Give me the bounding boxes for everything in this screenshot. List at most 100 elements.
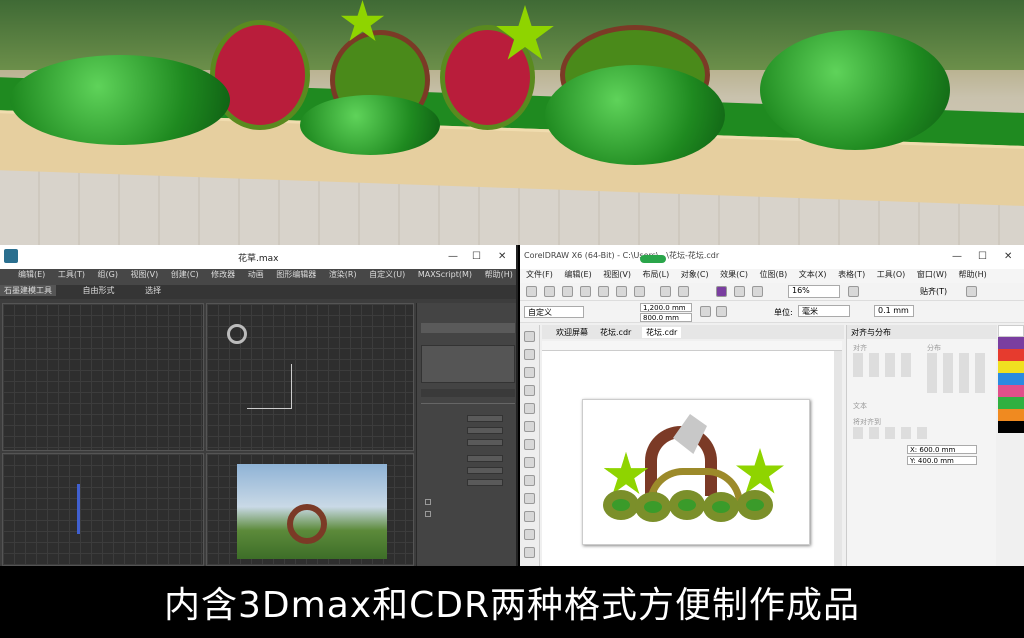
swatch-blue[interactable]	[998, 373, 1024, 385]
close-button[interactable]: ✕	[1004, 251, 1012, 262]
menu-edit[interactable]: 编辑(E)	[18, 270, 45, 279]
page-preset-select[interactable]: 自定义	[524, 306, 584, 318]
ribbon-tab-graphite[interactable]: 石墨建模工具	[0, 285, 56, 296]
viewport-perspective[interactable]	[206, 453, 414, 566]
menu-rendering[interactable]: 渲染(R)	[329, 270, 357, 279]
param-field-6[interactable]	[467, 479, 503, 486]
viewport-top[interactable]	[2, 303, 204, 451]
menu-layout[interactable]: 布局(L)	[643, 270, 670, 279]
pick-tool-icon[interactable]	[524, 331, 535, 342]
paste-icon[interactable]	[634, 286, 645, 297]
nudge-distance-field[interactable]: 0.1 mm	[874, 305, 914, 317]
ribbon-tab-freeform[interactable]: 自由形式	[79, 285, 119, 296]
vertical-scrollbar[interactable]	[834, 351, 842, 566]
smart-fill-icon[interactable]	[524, 421, 535, 432]
menu-help[interactable]: 帮助(H)	[485, 270, 513, 279]
menu-graph-editors[interactable]: 图形编辑器	[276, 270, 316, 279]
ribbon-tab-selection[interactable]: 选择	[141, 285, 165, 296]
save-icon[interactable]	[562, 286, 573, 297]
tab-welcome[interactable]: 欢迎屏幕	[556, 327, 588, 338]
maximize-button[interactable]: ☐	[472, 251, 481, 262]
undo-icon[interactable]	[660, 286, 671, 297]
freehand-tool-icon[interactable]	[524, 403, 535, 414]
align-buttons[interactable]	[853, 353, 913, 377]
menu-views[interactable]: 视图(V)	[131, 270, 159, 279]
units-select[interactable]: 毫米	[798, 305, 850, 317]
minimize-button[interactable]: —	[448, 251, 458, 262]
landscape-icon[interactable]	[716, 306, 727, 317]
viewport-left[interactable]	[2, 453, 204, 566]
param-field-4[interactable]	[467, 455, 503, 462]
menu-tools[interactable]: 工具(T)	[58, 270, 85, 279]
portrait-icon[interactable]	[700, 306, 711, 317]
modifier-stack-list[interactable]	[421, 345, 515, 383]
swatch-pink[interactable]	[998, 385, 1024, 397]
cut-icon[interactable]	[598, 286, 609, 297]
swatch-white[interactable]	[998, 325, 1024, 337]
param-checkbox-1[interactable]	[425, 499, 431, 505]
swatch-red[interactable]	[998, 349, 1024, 361]
param-field-1[interactable]	[467, 415, 503, 422]
menu-window[interactable]: 窗口(W)	[917, 270, 947, 279]
shape-tool-icon[interactable]	[524, 349, 535, 360]
menu-customize[interactable]: 自定义(U)	[369, 270, 405, 279]
tab-doc-1[interactable]: 花坛.cdr	[600, 327, 631, 338]
connector-tool-icon[interactable]	[524, 511, 535, 522]
align-to-buttons[interactable]	[853, 427, 933, 439]
swatch-orange[interactable]	[998, 409, 1024, 421]
param-checkbox-2[interactable]	[425, 511, 431, 517]
text-tool-icon[interactable]	[524, 493, 535, 504]
menu-tools[interactable]: 工具(O)	[877, 270, 906, 279]
tab-doc-2[interactable]: 花坛.cdr	[642, 327, 682, 338]
menu-help[interactable]: 帮助(H)	[959, 270, 987, 279]
full-screen-icon[interactable]	[848, 286, 859, 297]
zoom-level-select[interactable]: 16%	[788, 285, 840, 298]
menu-table[interactable]: 表格(T)	[838, 270, 865, 279]
menu-maxscript[interactable]: MAXScript(M)	[418, 270, 472, 279]
redo-icon[interactable]	[678, 286, 689, 297]
crop-tool-icon[interactable]	[524, 367, 535, 378]
menu-effects[interactable]: 效果(C)	[720, 270, 748, 279]
menu-animation[interactable]: 动画	[248, 270, 264, 279]
param-field-2[interactable]	[467, 427, 503, 434]
menu-create[interactable]: 创建(C)	[171, 270, 199, 279]
options-icon[interactable]	[966, 286, 977, 297]
distribute-buttons[interactable]	[927, 353, 987, 393]
maximize-button[interactable]: ☐	[978, 251, 987, 262]
menu-object[interactable]: 对象(C)	[681, 270, 709, 279]
print-icon[interactable]	[580, 286, 591, 297]
new-icon[interactable]	[526, 286, 537, 297]
corel-connect-icon[interactable]	[716, 286, 727, 297]
swatch-green[interactable]	[998, 397, 1024, 409]
close-button[interactable]: ✕	[498, 251, 506, 262]
interactive-tool-icon[interactable]	[524, 529, 535, 540]
viewport-front[interactable]	[206, 303, 414, 451]
swatch-purple[interactable]	[998, 337, 1024, 349]
menu-group[interactable]: 组(G)	[98, 270, 118, 279]
viewcube-icon[interactable]	[227, 324, 247, 344]
ellipse-tool-icon[interactable]	[524, 457, 535, 468]
drawing-canvas[interactable]	[542, 341, 842, 566]
menu-text[interactable]: 文本(X)	[799, 270, 827, 279]
eyedropper-tool-icon[interactable]	[524, 547, 535, 558]
swatch-yellow[interactable]	[998, 361, 1024, 373]
page-height-field[interactable]: 800.0 mm	[640, 313, 692, 322]
y-position-field[interactable]: Y: 400.0 mm	[907, 456, 977, 465]
menu-view[interactable]: 视图(V)	[603, 270, 631, 279]
polygon-tool-icon[interactable]	[524, 475, 535, 486]
param-field-5[interactable]	[467, 467, 503, 474]
snap-to-dropdown[interactable]: 贴齐(T)	[920, 286, 947, 297]
export-icon[interactable]	[752, 286, 763, 297]
menu-bitmaps[interactable]: 位图(B)	[760, 270, 788, 279]
import-icon[interactable]	[734, 286, 745, 297]
swatch-black[interactable]	[998, 421, 1024, 433]
x-position-field[interactable]: X: 600.0 mm	[907, 445, 977, 454]
param-field-3[interactable]	[467, 439, 503, 446]
page-width-field[interactable]: 1,200.0 mm	[640, 303, 692, 312]
object-name-field[interactable]	[421, 323, 515, 333]
menu-file[interactable]: 文件(F)	[526, 270, 553, 279]
menu-modifiers[interactable]: 修改器	[211, 270, 235, 279]
rectangle-tool-icon[interactable]	[524, 439, 535, 450]
copy-icon[interactable]	[616, 286, 627, 297]
minimize-button[interactable]: —	[952, 251, 962, 262]
